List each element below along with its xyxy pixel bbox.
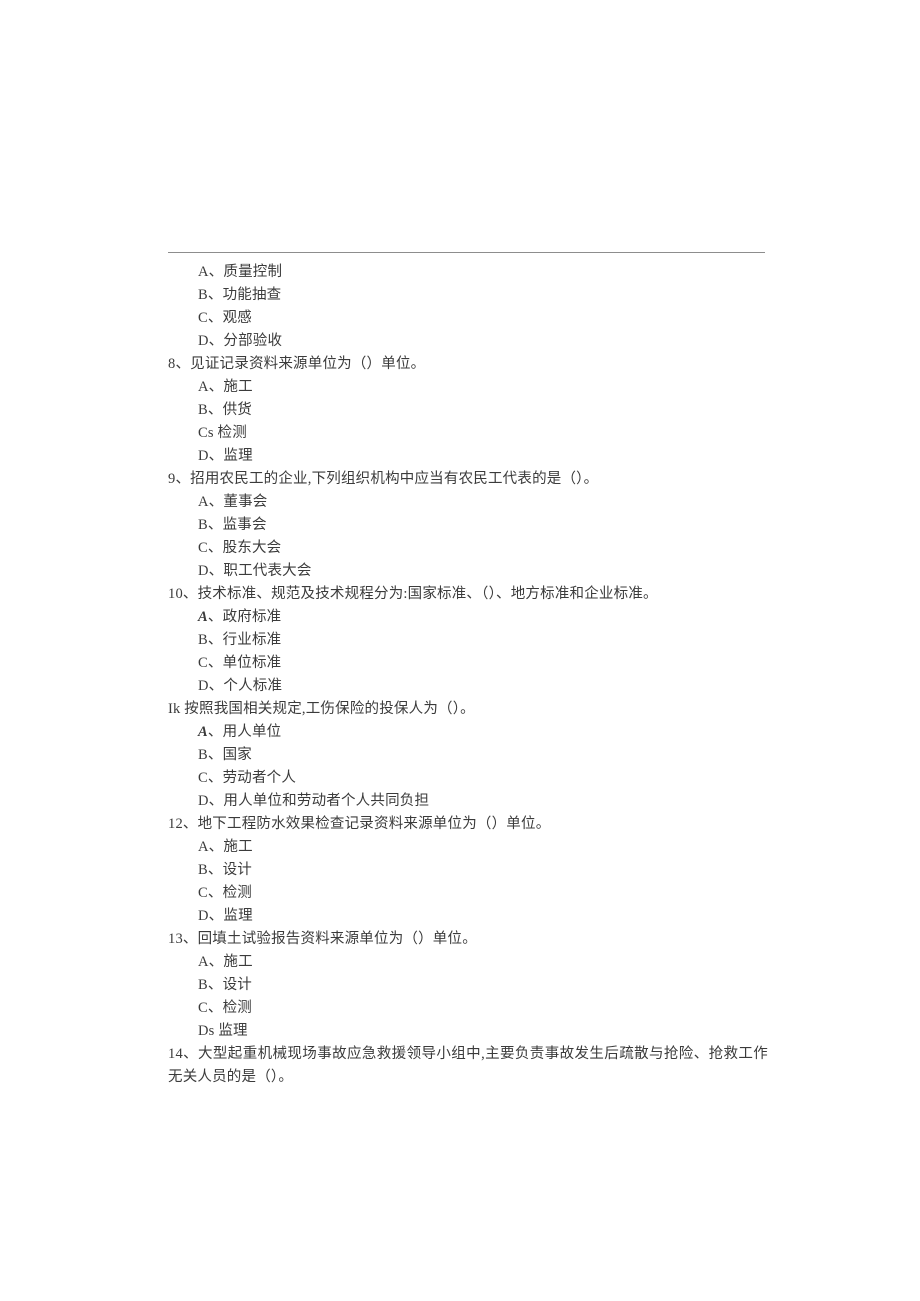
option-body: 、用人单位 bbox=[207, 724, 282, 740]
option-text: Ds 监理 bbox=[198, 1023, 248, 1039]
header-divider bbox=[168, 252, 765, 253]
option-text: B、行业标准 bbox=[198, 632, 282, 648]
option-text: A、董事会 bbox=[198, 494, 268, 510]
option-text: D、个人标准 bbox=[198, 678, 283, 694]
option-text: A、施工 bbox=[198, 379, 253, 395]
option-text: B、设计 bbox=[198, 977, 252, 993]
document-page: A、质量控制 B、功能抽查 C、观感 D、分部验收 8、见证记录资料来源单位为（）单位。… bbox=[0, 0, 920, 1301]
option-text: C、单位标准 bbox=[198, 655, 282, 671]
option-text: D、分部验收 bbox=[198, 333, 283, 349]
option-text: D、监理 bbox=[198, 448, 253, 464]
exam-content: A、质量控制 B、功能抽查 C、观感 D、分部验收 8、见证记录资料来源单位为（）单位。… bbox=[168, 252, 768, 1089]
option-text: C、股东大会 bbox=[198, 540, 282, 556]
option-text: C、检测 bbox=[198, 1000, 252, 1016]
option-text: B、设计 bbox=[198, 862, 252, 878]
option-text: D、监理 bbox=[198, 908, 253, 924]
question-text: 14、大型起重机械现场事故应急救援领导小组中,主要负责事故发生后疏散与抢险、抢救… bbox=[168, 1046, 768, 1085]
option-marker: A bbox=[198, 724, 208, 740]
option-text: A、施工 bbox=[198, 954, 253, 970]
option-text: A、质量控制 bbox=[198, 264, 283, 280]
question-text: Ik 按照我国相关规定,工伤保险的投保人为（）。 bbox=[168, 701, 475, 717]
option-text: A、施工 bbox=[198, 839, 253, 855]
option-text: C、观感 bbox=[198, 310, 252, 326]
option-text: C、检测 bbox=[198, 885, 252, 901]
option-text: C、劳动者个人 bbox=[198, 770, 297, 786]
option-text: B、国家 bbox=[198, 747, 252, 763]
option-text: Cs 检测 bbox=[198, 425, 247, 441]
option-text: A、用人单位 bbox=[198, 721, 768, 744]
question-text: 13、回填土试验报告资料来源单位为（）单位。 bbox=[168, 931, 477, 947]
option-body: 、政府标准 bbox=[207, 609, 282, 625]
option-text: B、功能抽查 bbox=[198, 287, 282, 303]
option-marker: A bbox=[198, 609, 208, 625]
question-text: 12、地下工程防水效果检查记录资料来源单位为（）单位。 bbox=[168, 816, 551, 832]
question-text: 10、技术标准、规范及技术规程分为:国家标准、（）、地方标准和企业标准。 bbox=[168, 586, 658, 602]
option-text: A、政府标准 bbox=[198, 606, 768, 629]
option-text: B、监事会 bbox=[198, 517, 267, 533]
question-text: 9、招用农民工的企业,下列组织机构中应当有农民工代表的是（）。 bbox=[168, 471, 599, 487]
question-text: 8、见证记录资料来源单位为（）单位。 bbox=[168, 356, 426, 372]
option-text: D、用人单位和劳动者个人共同负担 bbox=[198, 793, 430, 809]
option-text: B、供货 bbox=[198, 402, 252, 418]
question-list: A、质量控制 B、功能抽查 C、观感 D、分部验收 8、见证记录资料来源单位为（）单位。… bbox=[168, 261, 768, 1089]
option-text: D、职工代表大会 bbox=[198, 563, 312, 579]
